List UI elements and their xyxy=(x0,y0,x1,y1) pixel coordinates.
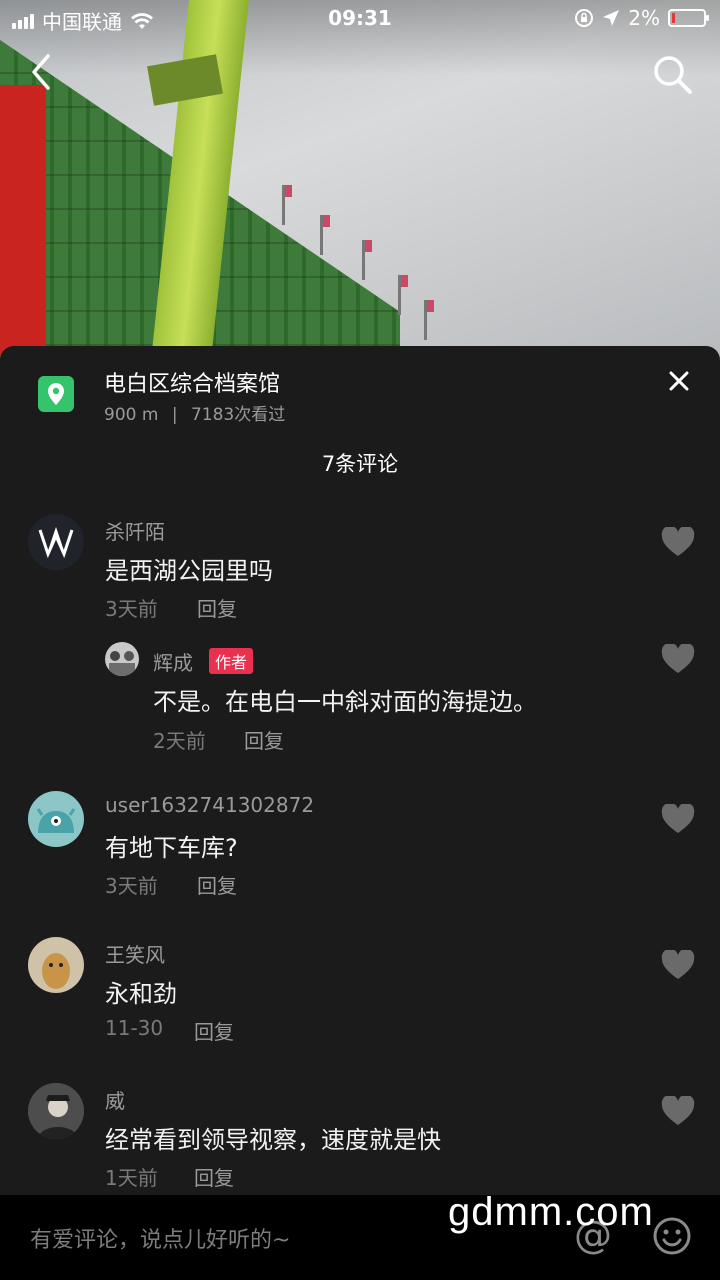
back-arrow-icon[interactable] xyxy=(22,52,62,92)
monster-avatar-icon xyxy=(36,808,76,833)
comment-author[interactable]: 辉成 xyxy=(153,647,193,676)
group-photo-icon xyxy=(109,651,135,676)
separator: | xyxy=(171,405,178,425)
comment-text[interactable]: 经常看到领导视察，速度就是快 xyxy=(105,1120,441,1155)
cartoon-avatar-icon xyxy=(42,953,70,989)
reply-button[interactable]: 回复 xyxy=(244,725,284,754)
battery-percent: 2% xyxy=(628,6,660,30)
emoji-icon[interactable] xyxy=(652,1216,692,1256)
location-meta: 900 m | 7183次看过 xyxy=(104,400,285,425)
heart-icon[interactable] xyxy=(661,644,695,674)
avatar[interactable] xyxy=(105,642,139,676)
comment-input[interactable]: 有爱评论，说点儿好听的~ xyxy=(30,1222,290,1254)
close-icon[interactable] xyxy=(664,366,694,396)
heart-icon[interactable] xyxy=(661,950,695,980)
comment-text[interactable]: 不是。在电白一中斜对面的海提边。 xyxy=(153,682,537,717)
watermark: gdmm.com xyxy=(448,1190,654,1234)
battery-icon xyxy=(668,9,709,27)
comment-author[interactable]: 威 xyxy=(105,1085,125,1114)
avatar[interactable] xyxy=(28,514,84,570)
location-distance: 900 m xyxy=(104,405,159,425)
search-icon[interactable] xyxy=(650,52,694,96)
heart-icon[interactable] xyxy=(661,527,695,557)
author-badge: 作者 xyxy=(209,648,254,674)
reply-button[interactable]: 回复 xyxy=(197,870,237,899)
flag xyxy=(320,215,330,255)
avatar[interactable] xyxy=(28,791,84,847)
video-background xyxy=(0,0,720,380)
reply-button[interactable]: 回复 xyxy=(194,1162,234,1191)
reply-button[interactable]: 回复 xyxy=(194,1016,234,1045)
comment-author[interactable]: 王笑风 xyxy=(105,939,165,968)
heart-icon[interactable] xyxy=(661,804,695,834)
comment-author[interactable]: 杀阡陌 xyxy=(105,516,165,545)
rotation-lock-icon xyxy=(575,9,594,27)
comment-text[interactable]: 是西湖公园里吗 xyxy=(105,551,273,586)
comment-count: 7条评论 xyxy=(321,452,399,476)
comment-time: 1天前 xyxy=(105,1166,158,1190)
comment-text[interactable]: 有地下车库? xyxy=(105,828,238,863)
reply-button[interactable]: 回复 xyxy=(197,593,237,622)
avatar[interactable] xyxy=(28,1083,84,1139)
flag xyxy=(398,275,408,315)
location-views: 7183次看过 xyxy=(190,405,286,425)
status-bar: 中国联通 09:31 2% xyxy=(0,0,720,38)
flag xyxy=(362,240,372,280)
comment-author[interactable]: user1632741302872 xyxy=(105,793,314,817)
comment-time: 3天前 xyxy=(105,874,158,898)
comment-text[interactable]: 永和劲 xyxy=(105,974,177,1009)
comment-time: 11-30 xyxy=(105,1016,164,1040)
avatar[interactable] xyxy=(28,937,84,993)
flag xyxy=(424,300,434,340)
red-banner xyxy=(0,85,46,355)
comment-time: 3天前 xyxy=(105,597,158,621)
location-title[interactable]: 电白区综合档案馆 xyxy=(104,366,280,398)
flag xyxy=(282,185,292,225)
location-arrow-icon xyxy=(603,10,620,26)
alan-walker-logo-icon xyxy=(38,526,74,559)
officer-photo-icon xyxy=(28,1083,84,1139)
comment-time: 2天前 xyxy=(153,729,206,753)
location-pin-icon xyxy=(38,376,74,412)
heart-icon[interactable] xyxy=(661,1096,695,1126)
